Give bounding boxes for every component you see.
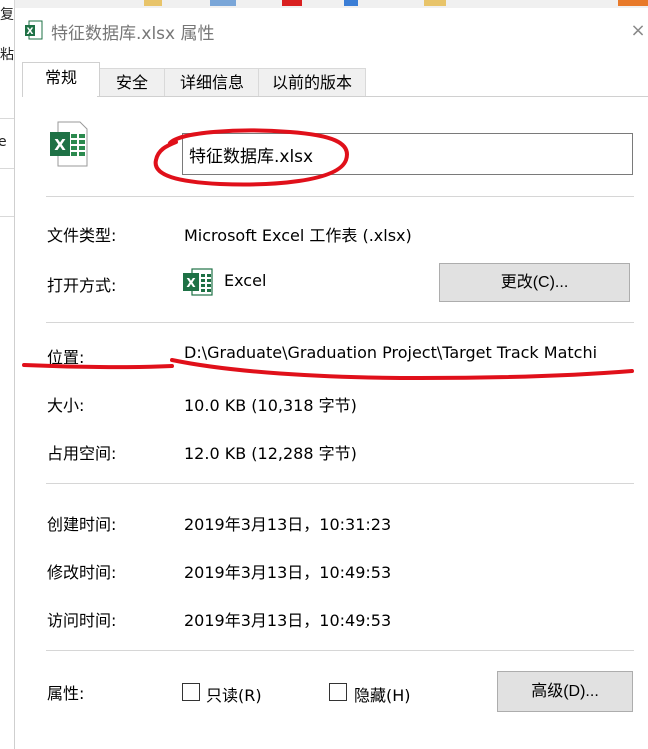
divider [46,483,634,484]
background-divider [0,168,14,169]
location-value[interactable]: D:\Graduate\Graduation Project\Target Tr… [184,343,634,362]
tab-panel-border [22,96,648,97]
svg-text:X: X [54,136,66,154]
svg-text:X: X [27,27,34,37]
background-toolbar [14,0,648,7]
background-divider [0,118,14,119]
background-window: 复 粘 e [0,0,15,749]
size-on-disk-value: 12.0 KB (12,288 字节) [184,444,357,463]
excel-file-icon: X [25,20,43,40]
background-text: 复 [0,7,14,23]
open-with-label: 打开方式: [47,276,117,295]
divider [46,322,634,323]
readonly-label[interactable]: 只读(R) [206,682,262,706]
window-title: 特征数据库.xlsx 属性 [51,24,215,44]
excel-app-icon: X [183,268,213,296]
tab-previous-versions[interactable]: 以前的版本 [258,68,366,97]
properties-dialog: X 特征数据库.xlsx 属性 × [14,8,648,749]
tab-general[interactable]: 常规 [22,62,100,96]
size-value: 10.0 KB (10,318 字节) [184,396,357,415]
advanced-button[interactable]: 高级(D)... [497,671,633,712]
file-name-input[interactable] [182,133,633,175]
background-divider [0,216,14,217]
tab-details[interactable]: 详细信息 [164,68,260,97]
size-on-disk-label: 占用空间: [47,444,117,463]
background-text: 粘 [0,47,14,63]
divider [46,196,634,197]
accessed-value: 2019年3月13日，10:49:53 [184,611,392,630]
close-button[interactable]: × [627,20,648,42]
readonly-checkbox[interactable] [182,683,200,701]
divider [46,650,634,651]
tab-security[interactable]: 安全 [98,68,166,97]
background-text: e [0,134,7,150]
size-label: 大小: [47,396,85,415]
excel-file-icon: X [50,121,88,167]
attributes-label: 属性: [47,684,85,703]
file-type-value: Microsoft Excel 工作表 (.xlsx) [184,226,412,245]
svg-text:X: X [186,276,196,290]
location-label: 位置: [47,348,85,367]
modified-value: 2019年3月13日，10:49:53 [184,563,392,582]
open-with-value: Excel [224,271,267,290]
accessed-label: 访问时间: [47,611,117,630]
created-label: 创建时间: [47,515,117,534]
title-bar[interactable]: X 特征数据库.xlsx 属性 × [15,8,648,52]
created-value: 2019年3月13日，10:31:23 [184,515,392,534]
hidden-checkbox[interactable] [329,683,347,701]
hidden-label[interactable]: 隐藏(H) [354,682,411,706]
file-type-label: 文件类型: [47,226,117,245]
change-button[interactable]: 更改(C)... [439,263,630,302]
modified-label: 修改时间: [47,563,117,582]
